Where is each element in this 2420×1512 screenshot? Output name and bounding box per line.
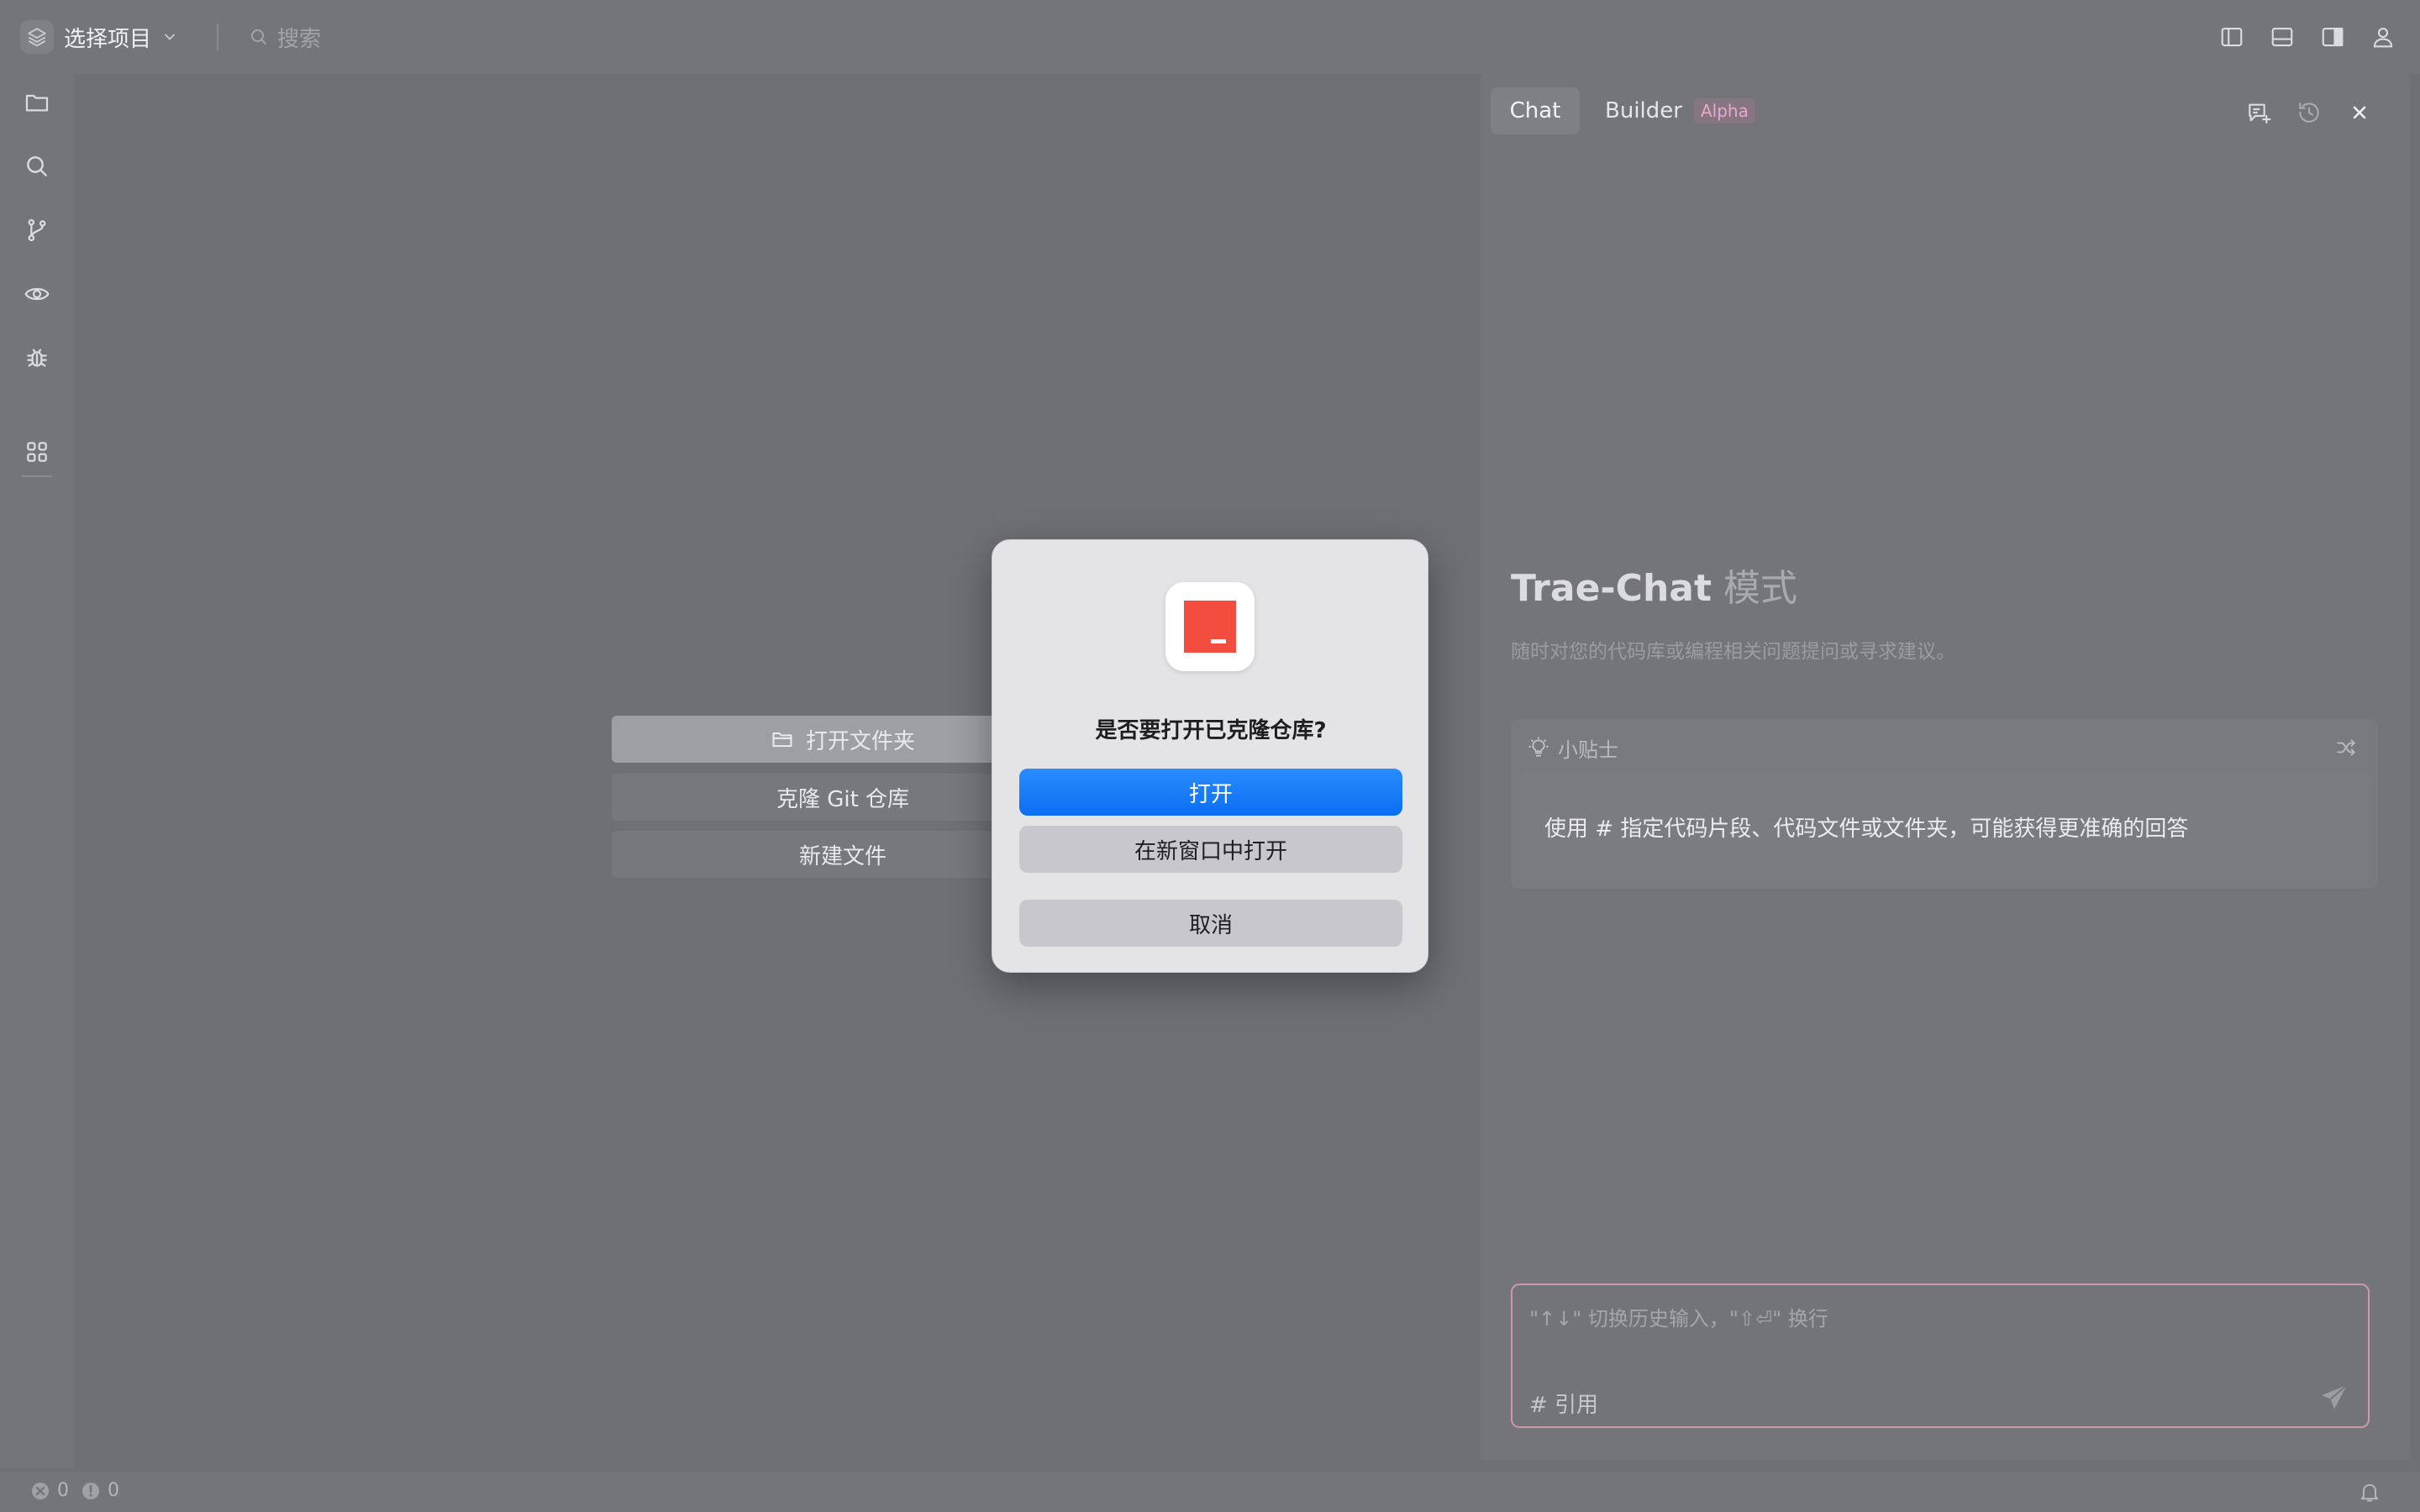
chat-input[interactable]: "↑↓" 切换历史输入，"⇧⏎" 换行 # 引用 xyxy=(1511,1284,2370,1428)
bell-icon xyxy=(2358,1480,2383,1504)
divider xyxy=(217,24,218,50)
history-icon xyxy=(2296,99,2323,126)
open-in-new-window-label: 在新窗口中打开 xyxy=(1134,838,1287,864)
error-count: 0 xyxy=(57,1480,69,1501)
toggle-aux-sidebar-button[interactable] xyxy=(2316,18,2349,55)
alpha-badge: Alpha xyxy=(1693,98,1755,123)
dialog-question: 是否要打开已克隆仓库? xyxy=(1095,718,1327,743)
new-file-label: 新建文件 xyxy=(798,843,886,869)
debug-button[interactable] xyxy=(18,339,55,376)
reference-button[interactable]: # 引用 xyxy=(1529,1388,1598,1419)
tab-chat[interactable]: Chat xyxy=(1491,87,1580,134)
new-chat-icon xyxy=(2245,99,2272,126)
title-bar: 选择项目 搜索 xyxy=(0,0,2420,74)
send-icon xyxy=(2319,1383,2349,1413)
folder-icon xyxy=(24,89,50,116)
grid-icon xyxy=(24,438,50,465)
extensions-button[interactable] xyxy=(18,433,55,470)
sidebar-left-icon xyxy=(2219,24,2244,50)
tab-builder-label: Builder xyxy=(1605,98,1682,123)
layers-icon xyxy=(20,20,54,54)
panel-bottom-icon xyxy=(2270,24,2295,50)
shuffle-tip-button[interactable] xyxy=(2331,732,2361,763)
problems-indicator[interactable]: 0 0 xyxy=(30,1480,119,1501)
warning-count: 0 xyxy=(108,1480,119,1501)
tips-card: 小贴士 使用 # 指定代码片段、代码文件或文件夹，可能获得更准确的回答 xyxy=(1511,719,2378,889)
new-chat-button[interactable] xyxy=(2242,96,2275,129)
warning-icon xyxy=(81,1481,101,1501)
open-button[interactable]: 打开 xyxy=(1019,769,1402,816)
source-control-button[interactable] xyxy=(18,212,55,249)
open-folder-label: 打开文件夹 xyxy=(805,728,915,754)
search-view-button[interactable] xyxy=(18,148,55,185)
clone-repo-label: 克隆 Git 仓库 xyxy=(776,786,910,812)
shuffle-icon xyxy=(2335,737,2357,759)
tab-chat-label: Chat xyxy=(1509,98,1561,123)
chat-mode-title-main: Trae-Chat xyxy=(1511,567,1712,610)
app-logo-icon xyxy=(1165,582,1255,671)
tips-title: 小贴士 xyxy=(1558,738,1618,762)
folder-icon xyxy=(771,727,794,751)
toggle-sidebar-button[interactable] xyxy=(2215,18,2249,55)
search-input[interactable]: 搜索 xyxy=(249,20,321,54)
search-icon xyxy=(24,153,50,180)
cancel-button[interactable]: 取消 xyxy=(1019,900,1402,947)
chat-input-placeholder: "↑↓" 切换历史输入，"⇧⏎" 换行 xyxy=(1529,1307,1828,1331)
chat-mode-title: Trae-Chat 模式 xyxy=(1511,558,1797,612)
history-button[interactable] xyxy=(2292,96,2326,129)
account-button[interactable] xyxy=(2366,18,2400,55)
send-button[interactable] xyxy=(2316,1379,2353,1416)
bug-icon xyxy=(24,344,50,371)
chat-mode-subtitle: 随时对您的代码库或编程相关问题提问或寻求建议。 xyxy=(1511,641,1955,663)
open-in-new-window-button[interactable]: 在新窗口中打开 xyxy=(1019,826,1402,873)
open-cloned-repo-dialog: 是否要打开已克隆仓库? 打开 在新窗口中打开 取消 xyxy=(992,539,1428,973)
close-icon xyxy=(2349,102,2370,123)
project-selector[interactable]: 选择项目 xyxy=(20,18,178,55)
git-branch-icon xyxy=(24,217,50,244)
error-icon xyxy=(30,1481,50,1501)
lightbulb-icon xyxy=(1528,737,1549,759)
activity-bar xyxy=(0,74,74,1468)
search-icon xyxy=(249,27,269,47)
sidebar-right-icon xyxy=(2320,24,2345,50)
cancel-button-label: 取消 xyxy=(1188,912,1233,938)
project-selector-label: 选择项目 xyxy=(64,26,152,52)
status-bar: 0 0 xyxy=(0,1472,2420,1512)
notifications-button[interactable] xyxy=(2358,1480,2383,1505)
chat-panel: Chat Builder Alpha Trae-Chat 模式 随时对您的代码库… xyxy=(1481,74,2410,1460)
tips-text: 使用 # 指定代码片段、代码文件或文件夹，可能获得更准确的回答 xyxy=(1519,773,2370,880)
close-panel-button[interactable] xyxy=(2343,96,2376,129)
tab-builder[interactable]: Builder Alpha xyxy=(1605,87,1755,134)
explorer-button[interactable] xyxy=(18,84,55,121)
toggle-panel-button[interactable] xyxy=(2265,18,2299,55)
eye-icon xyxy=(24,281,50,307)
preview-button[interactable] xyxy=(18,276,55,312)
divider xyxy=(22,475,52,477)
chevron-down-icon xyxy=(161,29,178,45)
chat-mode-title-suffix: 模式 xyxy=(1723,567,1798,610)
search-placeholder: 搜索 xyxy=(277,26,322,52)
user-icon xyxy=(2370,24,2396,50)
open-button-label: 打开 xyxy=(1188,781,1233,807)
